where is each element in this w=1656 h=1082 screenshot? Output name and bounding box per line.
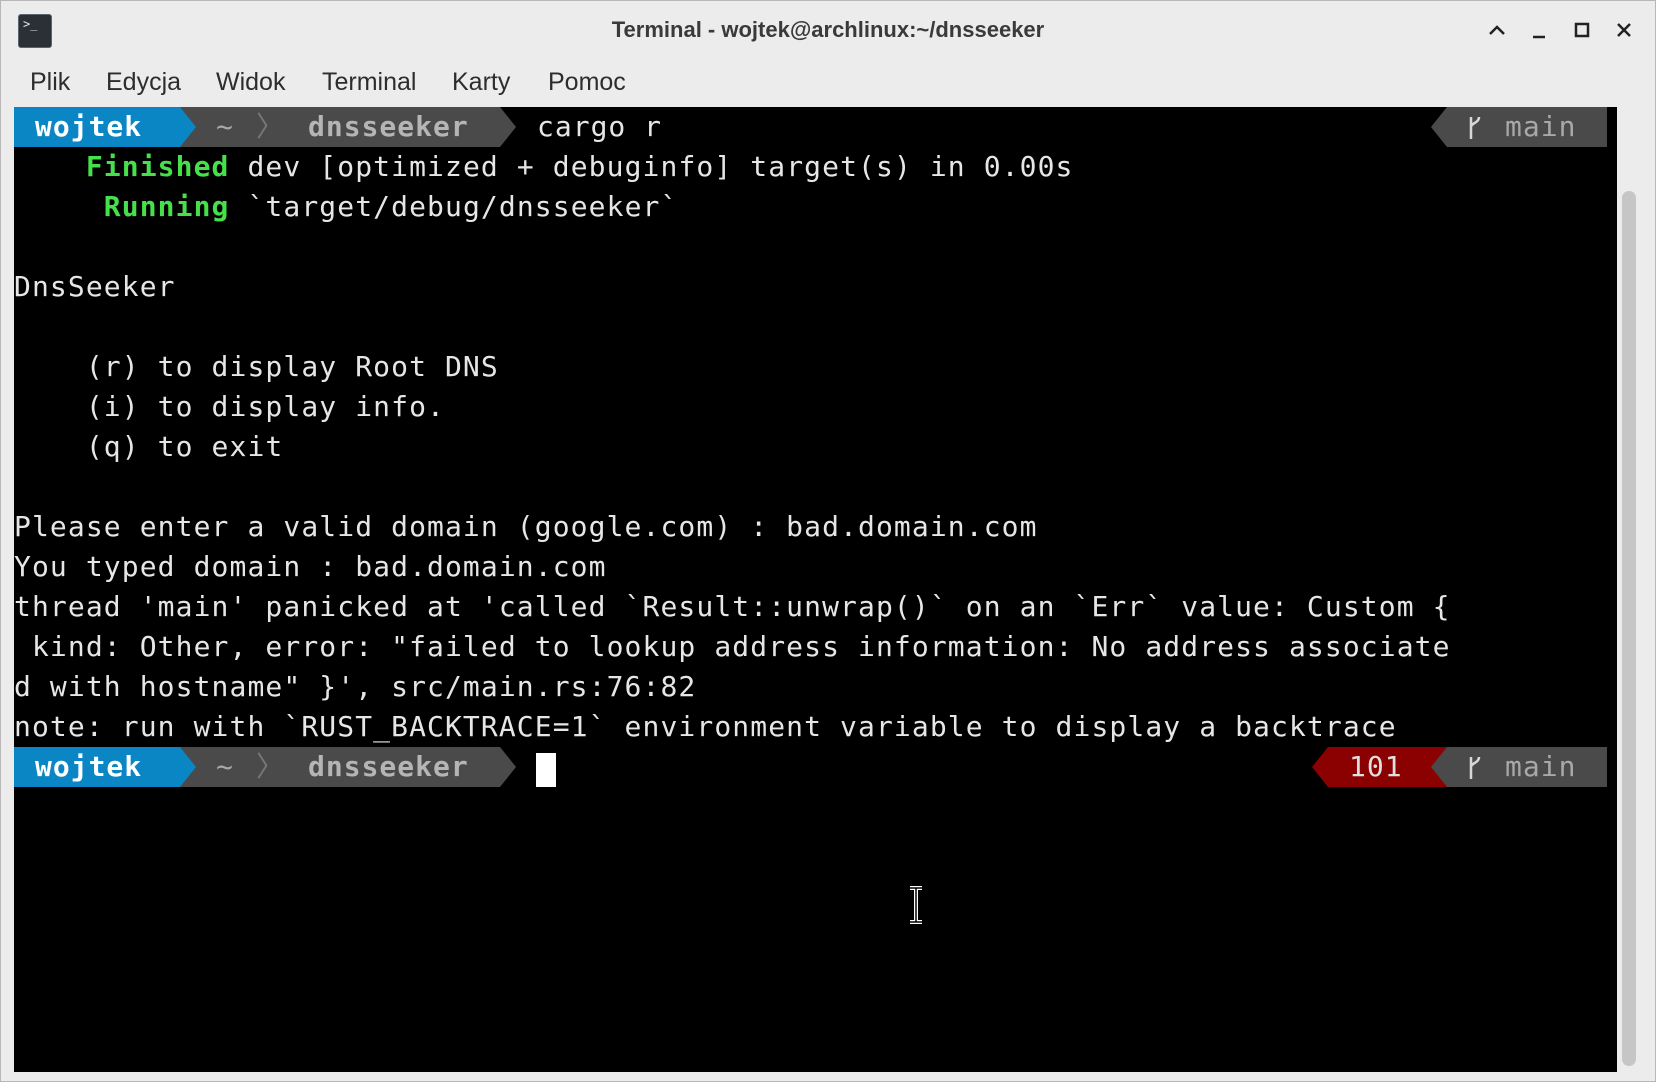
git-branch-name: main	[1505, 110, 1577, 143]
scrollbar-thumb[interactable]	[1622, 191, 1636, 1066]
git-branch-icon	[1465, 107, 1485, 147]
exit-code-arrow	[1312, 747, 1328, 787]
output-panic-3: d with hostname" }', src/main.rs:76:82	[14, 670, 697, 703]
prompt-path-segment: ~ 〉 dnsseeker	[180, 747, 500, 787]
prompt-path-arrow	[500, 107, 516, 147]
maximize-up-icon[interactable]	[1482, 15, 1512, 45]
menu-bar: Plik Edycja Widok Terminal Karty Pomoc	[1, 59, 1655, 105]
prompt-separator: 〉	[256, 750, 285, 783]
text-cursor	[536, 753, 556, 787]
shell-prompt-current: wojtek ~ 〉 dnsseeker 101 main	[14, 747, 1617, 787]
shell-prompt: wojtek ~ 〉 dnsseeker cargo r main	[14, 107, 1617, 147]
title-bar[interactable]: >_ Terminal - wojtek@archlinux:~/dnsseek…	[1, 1, 1655, 59]
output-finished: Finished dev [optimized + debuginfo] tar…	[14, 147, 1074, 187]
output-menu-i: (i) to display info.	[14, 390, 445, 423]
vertical-scrollbar[interactable]	[1617, 107, 1641, 1072]
branch-segment-arrow	[1431, 747, 1447, 787]
prompt-user: wojtek	[35, 110, 143, 143]
prompt-user-segment: wojtek	[14, 107, 180, 147]
prompt-path-segment: ~ 〉 dnsseeker	[180, 107, 500, 147]
exit-code-segment: 101	[1328, 747, 1447, 787]
terminal-output-area[interactable]: wojtek ~ 〉 dnsseeker cargo r main Finish…	[14, 107, 1617, 1072]
finished-label: Finished	[85, 150, 230, 183]
terminal-window: >_ Terminal - wojtek@archlinux:~/dnsseek…	[0, 0, 1656, 1082]
output-panic-2: kind: Other, error: "failed to lookup ad…	[14, 630, 1451, 663]
minimize-icon[interactable]	[1524, 15, 1554, 45]
menu-help[interactable]: Pomoc	[548, 59, 626, 105]
prompt-user-segment: wojtek	[14, 747, 180, 787]
window-title: Terminal - wojtek@archlinux:~/dnsseeker	[611, 17, 1045, 42]
ibeam-cursor-icon	[906, 885, 926, 925]
output-panic-1: thread 'main' panicked at 'called `Resul…	[14, 590, 1451, 623]
prompt-separator: 〉	[256, 110, 285, 143]
output-note: note: run with `RUST_BACKTRACE=1` enviro…	[14, 710, 1397, 743]
menu-file[interactable]: Plik	[30, 59, 70, 105]
prompt-user-arrow	[180, 747, 196, 787]
output-ask: Please enter a valid domain (google.com)…	[14, 510, 1038, 543]
git-branch-segment: main	[1447, 107, 1607, 147]
output-typed: You typed domain : bad.domain.com	[14, 550, 607, 583]
close-icon[interactable]	[1609, 15, 1639, 45]
prompt-dir: dnsseeker	[308, 750, 469, 783]
typed-command: cargo r	[537, 110, 663, 143]
output-running: Running `target/debug/dnsseeker`	[14, 187, 678, 227]
prompt-home: ~	[216, 750, 233, 783]
git-branch-icon	[1465, 747, 1485, 787]
menu-view[interactable]: Widok	[216, 59, 285, 105]
running-label: Running	[103, 190, 230, 223]
output-menu-r: (r) to display Root DNS	[14, 350, 499, 383]
menu-terminal[interactable]: Terminal	[322, 59, 416, 105]
prompt-path-arrow	[500, 747, 516, 787]
menu-edit[interactable]: Edycja	[106, 59, 181, 105]
running-text: `target/debug/dnsseeker`	[229, 190, 679, 223]
exit-code: 101	[1349, 750, 1403, 783]
maximize-icon[interactable]	[1567, 15, 1597, 45]
git-branch-name: main	[1505, 750, 1577, 783]
prompt-home: ~	[216, 110, 233, 143]
prompt-user: wojtek	[35, 750, 143, 783]
output-app-name: DnsSeeker	[14, 270, 176, 303]
branch-segment-arrow	[1431, 107, 1447, 147]
prompt-user-arrow	[180, 107, 196, 147]
output-menu-q: (q) to exit	[14, 430, 284, 463]
finished-text: dev [optimized + debuginfo] target(s) in…	[229, 150, 1074, 183]
menu-tabs[interactable]: Karty	[452, 59, 510, 105]
prompt-dir: dnsseeker	[308, 110, 469, 143]
git-branch-segment: main	[1447, 747, 1607, 787]
